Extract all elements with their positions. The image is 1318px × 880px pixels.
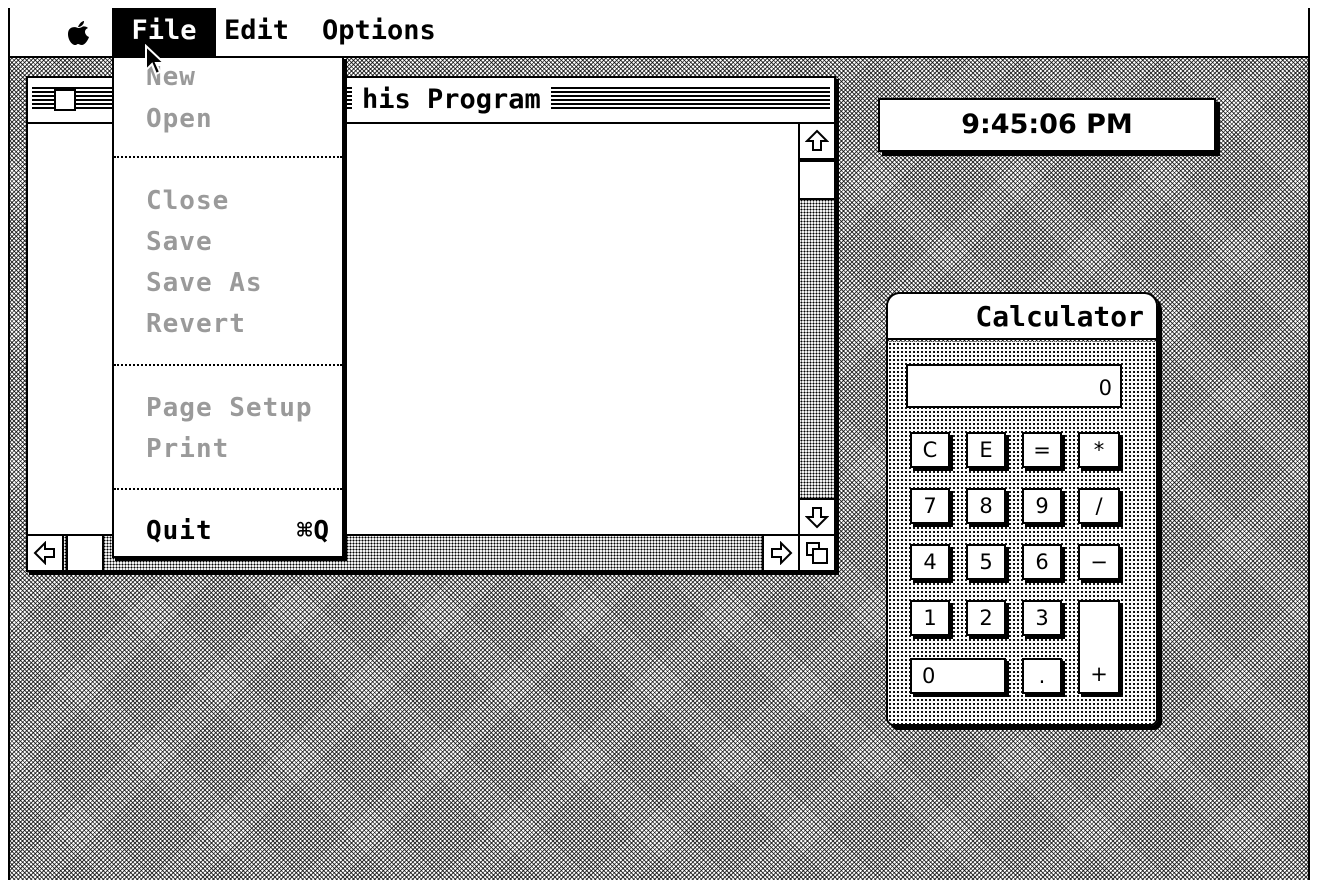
key-multiply[interactable]: * bbox=[1078, 432, 1120, 468]
left-arrow-icon bbox=[33, 541, 55, 565]
right-arrow-icon bbox=[771, 541, 793, 565]
mouse-pointer-icon bbox=[145, 44, 167, 76]
scroll-down-arrow[interactable] bbox=[800, 498, 834, 534]
key-clear[interactable]: C bbox=[910, 432, 950, 468]
scroll-left-arrow[interactable] bbox=[28, 536, 64, 570]
apple-menu[interactable] bbox=[66, 8, 90, 56]
clock-time: 9:45:06 PM bbox=[961, 109, 1133, 140]
quit-shortcut: ⌘Q bbox=[296, 516, 330, 546]
calculator-body: 0 C E = * 7 8 9 / 4 5 6 − 1 2 3 + 0 . bbox=[888, 342, 1156, 724]
menu-item-open: Open bbox=[146, 104, 213, 134]
menu-edit[interactable]: Edit bbox=[224, 8, 289, 56]
scroll-right-arrow[interactable] bbox=[762, 536, 798, 570]
key-5[interactable]: 5 bbox=[966, 544, 1006, 580]
key-4[interactable]: 4 bbox=[910, 544, 950, 580]
file-menu-dropdown: New Open Close Save Save As Revert Page … bbox=[112, 56, 344, 558]
horizontal-scroll-thumb[interactable] bbox=[66, 536, 104, 570]
key-8[interactable]: 8 bbox=[966, 488, 1006, 524]
menu-item-close: Close bbox=[146, 186, 230, 216]
menu-separator bbox=[114, 364, 342, 366]
menu-item-page-setup: Page Setup bbox=[146, 393, 313, 423]
calculator-window: Calculator 0 C E = * 7 8 9 / 4 5 6 − 1 2… bbox=[886, 292, 1158, 726]
menu-item-new: New bbox=[146, 62, 196, 92]
alarm-clock-window[interactable]: 9:45:06 PM bbox=[878, 98, 1216, 152]
close-box[interactable] bbox=[54, 89, 76, 111]
key-7[interactable]: 7 bbox=[910, 488, 950, 524]
up-arrow-icon bbox=[805, 129, 829, 151]
key-0[interactable]: 0 bbox=[910, 658, 1006, 694]
key-clear-entry[interactable]: E bbox=[966, 432, 1006, 468]
screen: File Edit Options his Program New Open C… bbox=[8, 8, 1310, 880]
menu-item-print: Print bbox=[146, 434, 230, 464]
key-add[interactable]: + bbox=[1078, 600, 1120, 694]
menu-item-quit[interactable]: Quit ⌘Q bbox=[146, 514, 334, 548]
key-subtract[interactable]: − bbox=[1078, 544, 1120, 580]
key-2[interactable]: 2 bbox=[966, 600, 1006, 636]
menu-separator bbox=[114, 156, 342, 158]
menu-item-save: Save bbox=[146, 227, 213, 257]
calculator-title-bar[interactable]: Calculator bbox=[888, 294, 1156, 340]
key-divide[interactable]: / bbox=[1078, 488, 1120, 524]
key-decimal[interactable]: . bbox=[1022, 658, 1062, 694]
menu-separator bbox=[114, 488, 342, 490]
key-9[interactable]: 9 bbox=[1022, 488, 1062, 524]
apple-icon bbox=[68, 21, 89, 45]
vertical-scrollbar[interactable] bbox=[798, 124, 834, 534]
key-1[interactable]: 1 bbox=[910, 600, 950, 636]
menu-options[interactable]: Options bbox=[322, 8, 436, 56]
size-box[interactable] bbox=[798, 534, 834, 570]
menu-bar: File Edit Options bbox=[10, 8, 1308, 58]
calculator-title: Calculator bbox=[975, 300, 1144, 333]
calculator-display: 0 bbox=[906, 364, 1122, 408]
scroll-up-arrow[interactable] bbox=[800, 124, 834, 160]
key-3[interactable]: 3 bbox=[1022, 600, 1062, 636]
key-equals[interactable]: = bbox=[1022, 432, 1062, 468]
key-6[interactable]: 6 bbox=[1022, 544, 1062, 580]
menu-item-save-as: Save As bbox=[146, 268, 263, 298]
menu-item-quit-label: Quit bbox=[146, 516, 213, 546]
resize-icon bbox=[806, 542, 828, 564]
menu-item-revert: Revert bbox=[146, 309, 246, 339]
vertical-scroll-thumb[interactable] bbox=[800, 160, 834, 200]
window-title: his Program bbox=[352, 82, 551, 118]
down-arrow-icon bbox=[805, 507, 829, 529]
